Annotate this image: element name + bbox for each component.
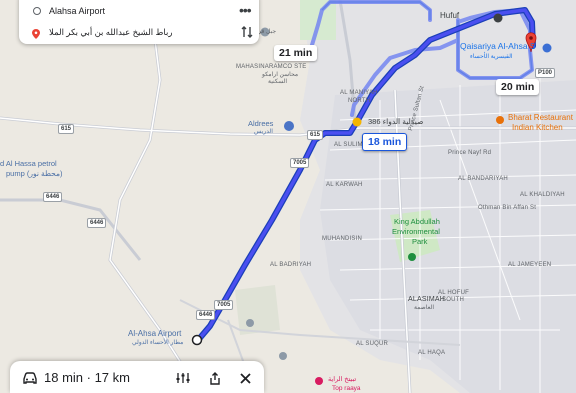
place-king-abdullah-2: Environmental [392,227,440,236]
origin-circle-icon [33,7,41,15]
destination-row[interactable]: رباط الشيخ عبدالله بن أبي بكر الملا [19,22,259,44]
place-muhandisin: MUHANDISIN [322,236,363,242]
place-bharat-2: Indian Kitchen [512,123,563,132]
place-hofuf-south-2: SOUTH [442,297,464,303]
place-airport: Al-Ahsa Airport [128,329,182,338]
place-bandariyah: AL BANDARIYAH [458,176,508,182]
more-options-icon[interactable]: ••• [239,2,252,18]
place-jameyeen: AL JAMEYEEN [508,262,552,268]
road-shield-6446-c: 6446 [196,310,216,320]
origin-input[interactable]: Alahsa Airport [49,6,105,16]
place-karwah: AL KARWAH [326,182,363,188]
place-mahasin-ar: محاسن ارامكو [262,72,299,78]
place-badriyah: AL BADRIYAH [270,262,312,268]
road-shield-6446-b: 6446 [87,218,107,228]
close-icon[interactable] [236,369,254,387]
route-main-18min-label[interactable]: 18 min [362,133,408,151]
place-aldrees-ar: الدريس [254,129,273,135]
place-maniyah: AL MANIYAH [340,90,378,96]
origin-row[interactable]: Alahsa Airport ••• [19,0,259,22]
place-hofuf-south-1: AL HOFUF [438,290,470,296]
place-hufuf: Hufuf [440,11,460,20]
place-bharat-1: Bharat Restaurant [508,113,573,122]
road-shield-7005-a: 7005 [290,158,310,168]
route-options-icon[interactable] [174,369,192,387]
road-shield-7005-b: 7005 [214,300,234,310]
place-airport-ar: مطار الأحساء الدولي [132,340,184,346]
destination-input[interactable]: رباط الشيخ عبدالله بن أبي بكر الملا [49,27,172,38]
place-maniyah-north: NORTH [348,98,371,104]
place-khaldiyah: AL KHALDIYAH [520,192,565,198]
place-hassa-petrol: d Al Hassa petrol [0,159,57,168]
place-qaisariya: Qaisariya Al-Ahsa S [460,41,536,51]
swap-directions-icon[interactable] [241,25,253,44]
place-king-abdullah-3: Park [412,237,428,246]
place-haqa: AL HAQA [418,350,446,356]
route-summary-text: 18 min · 17 km [44,370,130,385]
route-alt-20min-label[interactable]: 20 min [496,79,540,95]
share-icon[interactable] [206,369,224,387]
place-qaisariya-ar: القيسرية الأحساء [470,54,513,60]
place-mahasin-ar2: السكنية [268,79,287,85]
place-asimah: ALASIMAH [408,296,445,303]
place-aldrees: Aldrees [248,119,274,128]
place-top-raaya-ar: تبيتخ الراية [328,376,357,383]
place-hassa-petrol-2: pump (محطة نور) [6,169,63,178]
road-shield-615-b: 615 [307,130,324,140]
destination-pin-icon [32,26,40,39]
car-icon [22,371,38,389]
road-shield-6446-a: 6446 [43,192,63,202]
route-summary-card: 18 min · 17 km [10,361,264,393]
route-alt-21min-label[interactable]: 21 min [274,45,318,61]
street-prince-nayf: Prince Nayf Rd [448,150,492,156]
place-mahasin: MAHASINARAMCO STE [236,64,307,70]
street-othman: Othman Bin Affan St [478,205,537,211]
place-asimah-ar: العاصمة [414,305,434,311]
place-top-raaya: Top raaya [332,385,361,392]
directions-search-card: Alahsa Airport ••• رباط الشيخ عبدالله بن… [19,0,259,44]
place-king-abdullah-1: King Abdullah [394,217,440,226]
road-shield-615: 615 [58,124,75,134]
place-suqur: AL SUQUR [356,341,389,347]
road-shield-p100: P100 [535,68,556,78]
